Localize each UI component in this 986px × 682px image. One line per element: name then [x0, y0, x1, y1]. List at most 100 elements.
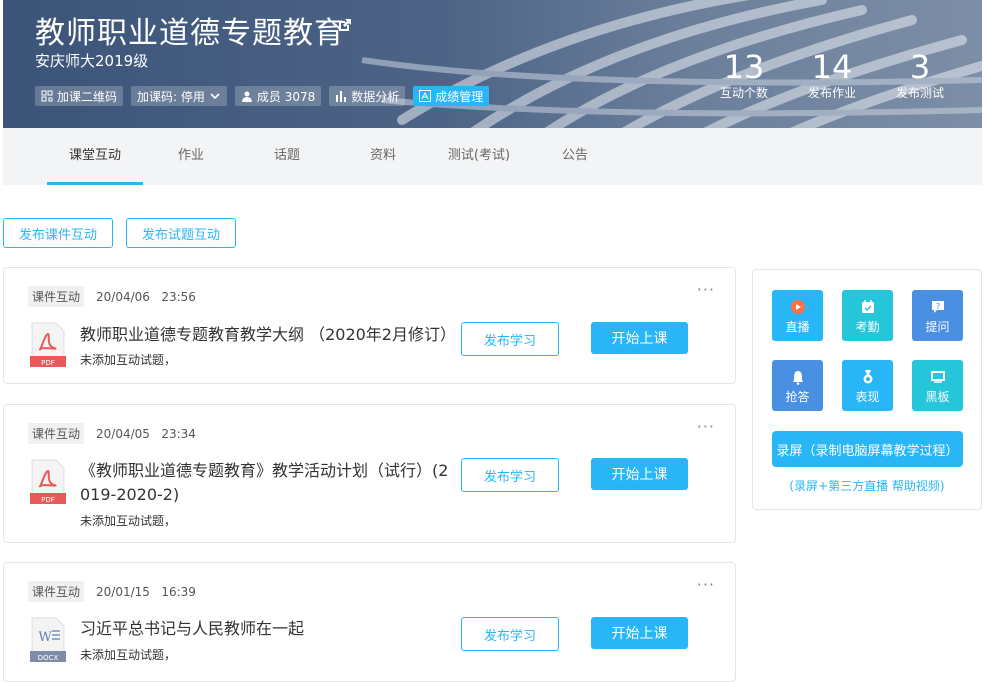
- publish-courseware-button[interactable]: 发布课件互动: [3, 218, 113, 248]
- file-type-label: PDF: [41, 359, 55, 367]
- more-options-icon[interactable]: ···: [697, 280, 715, 299]
- tool-label: 考勤: [855, 320, 880, 334]
- tab-materials[interactable]: 资料: [335, 128, 431, 185]
- live-icon: [790, 300, 805, 314]
- course-code-dropdown[interactable]: 加课码: 停用: [131, 86, 227, 106]
- course-banner: 教师职业道德专题教育 安庆师大2019级 加课二维码 加课码: 停用 成员 30…: [3, 0, 982, 128]
- start-class-button[interactable]: 开始上课: [591, 458, 688, 490]
- course-tabs: 课堂互动 作业 话题 资料 测试(考试) 公告: [3, 128, 982, 185]
- qrcode-button[interactable]: 加课二维码: [35, 86, 124, 106]
- grade-management-button[interactable]: 成绩管理: [413, 86, 490, 106]
- tool-label: 直播: [785, 320, 810, 334]
- question-button[interactable]: ? 提问: [912, 290, 963, 341]
- svg-text:W: W: [38, 630, 52, 645]
- tab-topics[interactable]: 话题: [239, 128, 335, 185]
- course-title: 教师职业道德专题教育: [35, 16, 345, 51]
- course-stats: 13 互动个数 14 发布作业 3 发布测试: [720, 50, 944, 101]
- publish-study-button[interactable]: 发布学习: [461, 617, 559, 651]
- tool-label: 提问: [925, 320, 950, 334]
- card-title[interactable]: 习近平总书记与人民教师在一起: [80, 617, 304, 641]
- attendance-button[interactable]: 考勤: [842, 290, 893, 341]
- stat-label: 互动个数: [719, 86, 768, 100]
- stat-label: 发布测试: [895, 86, 944, 100]
- chevron-down-icon: [210, 93, 220, 100]
- quick-answer-button[interactable]: 抢答: [772, 360, 823, 411]
- stat-homework[interactable]: 14 发布作业: [808, 50, 856, 101]
- stat-tests[interactable]: 3 发布测试: [896, 50, 944, 101]
- stat-value: 3: [909, 48, 931, 86]
- card-title-line: 《教师职业道德专题教育》教学活动计划（试行）(2: [80, 461, 449, 480]
- start-class-button[interactable]: 开始上课: [591, 322, 688, 354]
- card-note: 未添加互动试题，: [80, 648, 177, 662]
- tool-label: 表现: [855, 390, 880, 404]
- card-note: 未添加互动试题，: [80, 514, 177, 528]
- medal-icon: [863, 370, 872, 384]
- publish-question-button[interactable]: 发布试题互动: [126, 218, 236, 248]
- type-badge: 课件互动: [28, 581, 85, 602]
- card-date: 20/01/15 16:39: [96, 585, 196, 599]
- type-badge: 课件互动: [28, 423, 85, 444]
- performance-button[interactable]: 表现: [842, 360, 893, 411]
- bar-chart-icon: [336, 91, 347, 102]
- more-options-icon[interactable]: ···: [697, 575, 715, 594]
- tab-homework[interactable]: 作业: [143, 128, 239, 185]
- record-help-link[interactable]: (录屏+第三方直播 帮助视频): [753, 477, 981, 494]
- interaction-card: 课件互动 20/04/05 23:34 ··· PDF 《教师职业道德专题教育》…: [3, 404, 736, 543]
- card-title[interactable]: 《教师职业道德专题教育》教学活动计划（试行）(2 019-2020-2): [80, 459, 448, 507]
- card-date: 20/04/05 23:34: [96, 427, 196, 441]
- card-date-day: 20/04/05: [96, 427, 150, 441]
- tool-label: 黑板: [925, 390, 950, 404]
- card-date-day: 20/01/15: [96, 585, 150, 599]
- course-action-chips: 加课二维码 加课码: 停用 成员 3078 数据分析 成绩管理: [35, 86, 490, 106]
- classroom-tools-panel: 直播 考勤 ? 提问 抢答 表现 黑板 录屏（录制电脑屏幕教学过程） (录屏+第…: [752, 269, 982, 510]
- pdf-file-icon: PDF: [30, 459, 66, 504]
- live-button[interactable]: 直播: [772, 290, 823, 341]
- qrcode-icon: [41, 90, 53, 102]
- tab-classroom-interaction[interactable]: 课堂互动: [47, 128, 143, 185]
- more-options-icon[interactable]: ···: [697, 417, 715, 436]
- question-icon: ?: [931, 301, 944, 313]
- start-class-button[interactable]: 开始上课: [591, 617, 688, 649]
- file-type-label: PDF: [41, 496, 55, 504]
- bell-icon: [792, 371, 803, 385]
- publish-study-button[interactable]: 发布学习: [461, 322, 559, 356]
- user-icon: [241, 91, 252, 102]
- members-label: 成员 3078: [256, 89, 316, 104]
- course-code-label: 加课码: 停用: [137, 89, 205, 104]
- stat-value: 13: [723, 48, 765, 86]
- interaction-card: 课件互动 20/04/06 23:56 ··· PDF 教师职业道德专题教育教学…: [3, 267, 736, 384]
- screen-record-button[interactable]: 录屏（录制电脑屏幕教学过程）: [772, 431, 963, 467]
- grade-icon: [419, 90, 432, 102]
- card-date-time: 16:39: [161, 585, 196, 599]
- blackboard-button[interactable]: 黑板: [912, 360, 963, 411]
- card-date-day: 20/04/06: [96, 290, 150, 304]
- stat-interactions[interactable]: 13 互动个数: [720, 50, 768, 101]
- publish-study-button[interactable]: 发布学习: [461, 458, 559, 492]
- blackboard-icon: [930, 371, 945, 383]
- course-subtitle: 安庆师大2019级: [35, 52, 149, 70]
- grade-management-label: 成绩管理: [435, 89, 484, 104]
- tool-label: 抢答: [785, 390, 810, 404]
- stat-value: 14: [811, 48, 853, 86]
- card-date-time: 23:34: [161, 427, 196, 441]
- type-badge: 课件互动: [28, 286, 85, 307]
- data-analysis-button[interactable]: 数据分析: [329, 86, 406, 106]
- interaction-card: 课件互动 20/01/15 16:39 ··· W DOCX 习近平总书记与人民…: [3, 562, 736, 682]
- tab-tests[interactable]: 测试(考试): [431, 128, 527, 185]
- stat-label: 发布作业: [807, 86, 856, 100]
- pdf-file-icon: PDF: [30, 322, 66, 367]
- card-title[interactable]: 教师职业道德专题教育教学大纲 （2020年2月修订）: [80, 323, 456, 347]
- tab-announcements[interactable]: 公告: [527, 128, 623, 185]
- attendance-icon: [861, 300, 874, 313]
- card-date-time: 23:56: [161, 290, 196, 304]
- file-type-label: DOCX: [38, 654, 59, 662]
- svg-text:?: ?: [935, 302, 939, 311]
- card-title-line: 019-2020-2): [80, 485, 180, 504]
- external-link-icon[interactable]: [336, 18, 352, 34]
- data-analysis-label: 数据分析: [351, 89, 400, 104]
- card-note: 未添加互动试题，: [80, 353, 177, 367]
- qrcode-label: 加课二维码: [57, 89, 118, 104]
- members-button[interactable]: 成员 3078: [234, 86, 322, 106]
- card-date: 20/04/06 23:56: [96, 290, 196, 304]
- docx-file-icon: W DOCX: [30, 617, 66, 662]
